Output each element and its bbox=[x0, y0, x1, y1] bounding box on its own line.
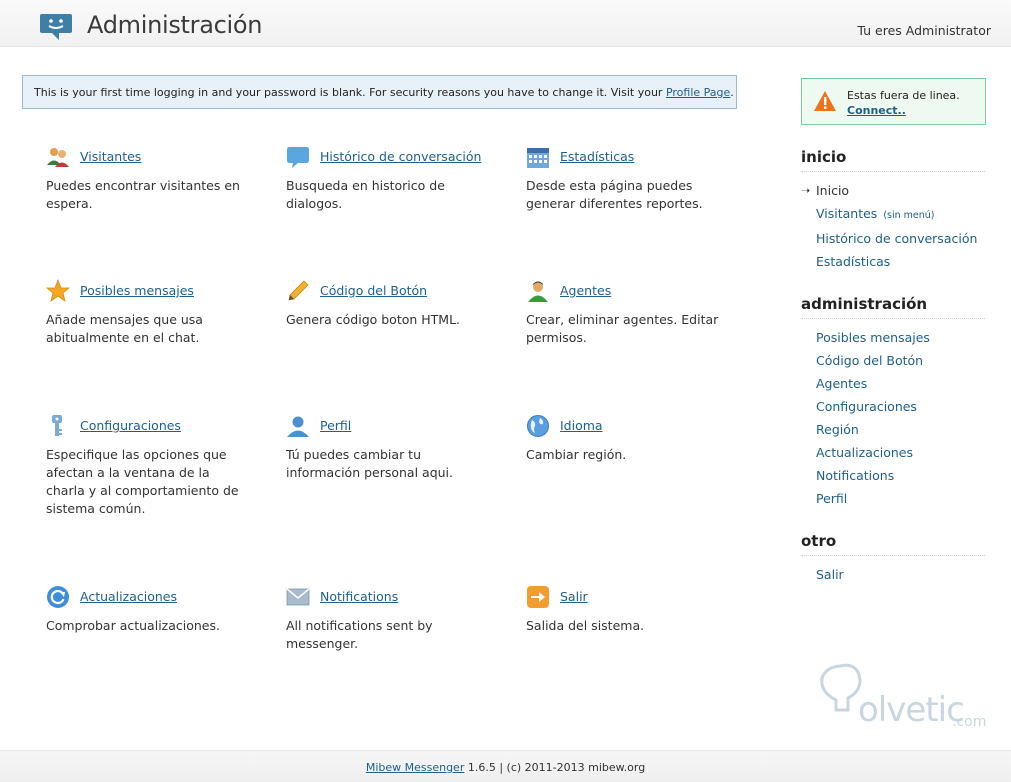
sidebar-item-codigo-boton[interactable]: Código del Botón bbox=[816, 353, 923, 368]
watermark-text: olvetic bbox=[858, 690, 965, 730]
card-description: Salida del sistema. bbox=[526, 618, 645, 633]
user-status: Tu eres Administrator bbox=[857, 23, 991, 38]
refresh-icon bbox=[47, 586, 69, 608]
card-description: Desde esta página puedes generar diferen… bbox=[526, 178, 703, 211]
password-notice: This is your first time logging in and y… bbox=[22, 75, 737, 109]
offline-text: Estas fuera de linea. bbox=[847, 89, 960, 102]
current-arrow-icon: ➝ bbox=[801, 184, 811, 197]
actualizaciones-link[interactable]: Actualizaciones bbox=[80, 589, 177, 604]
sidebar-item-notifications[interactable]: Notifications bbox=[816, 468, 894, 483]
sidebar-item-configuraciones[interactable]: Configuraciones bbox=[816, 399, 917, 414]
profile-page-link[interactable]: Profile Page bbox=[666, 86, 730, 99]
sidebar-item-estadisticas[interactable]: Estadísticas bbox=[816, 254, 890, 269]
envelope-icon bbox=[286, 588, 310, 606]
sin-menu-link[interactable]: (sin menú) bbox=[883, 210, 934, 221]
card-description: Comprobar actualizaciones. bbox=[46, 618, 220, 633]
sidebar-item-perfil[interactable]: Perfil bbox=[816, 491, 847, 506]
sidebar-item-region[interactable]: Región bbox=[816, 422, 859, 437]
agent-icon bbox=[528, 281, 548, 302]
sidebar-visitantes-link[interactable]: Visitantes bbox=[816, 206, 877, 221]
star-icon bbox=[46, 279, 70, 302]
visitantes-link[interactable]: Visitantes bbox=[80, 149, 141, 164]
settings-key-icon bbox=[52, 415, 62, 436]
connect-link[interactable]: Connect.. bbox=[847, 104, 906, 117]
calendar-icon bbox=[527, 148, 549, 168]
sidebar-item-posibles-mensajes[interactable]: Posibles mensajes bbox=[816, 330, 930, 345]
card-description: All notifications sent by messenger. bbox=[286, 618, 433, 651]
card-description: Genera código boton HTML. bbox=[286, 312, 461, 327]
footer-text: 1.6.5 | (c) 2011-2013 mibew.org bbox=[464, 761, 646, 774]
watermark-suffix: .com bbox=[952, 714, 987, 730]
sidebar-item-actualizaciones[interactable]: Actualizaciones bbox=[816, 445, 913, 460]
perfil-link[interactable]: Perfil bbox=[320, 418, 351, 433]
sidebar-heading-administracion: administración bbox=[801, 295, 985, 319]
sidebar-item-visitantes[interactable]: Visitantes (sin menú) bbox=[816, 206, 935, 221]
user-icon bbox=[287, 416, 309, 437]
notice-text: This is your first time logging in and y… bbox=[34, 86, 666, 99]
sidebar-heading-otro: otro bbox=[801, 532, 985, 556]
card-description: Crear, eliminar agentes. Editar permisos… bbox=[526, 312, 719, 345]
notice-end: . bbox=[730, 86, 734, 99]
posibles-mensajes-link[interactable]: Posibles mensajes bbox=[80, 283, 194, 298]
header-bar: Administración Tu eres Administrator bbox=[0, 0, 1011, 47]
sidebar-item-agentes[interactable]: Agentes bbox=[816, 376, 867, 391]
card-description: Cambiar región. bbox=[526, 447, 627, 462]
chat-logo-icon bbox=[40, 14, 72, 40]
historico-link[interactable]: Histórico de conversación bbox=[320, 149, 481, 164]
codigo-boton-link[interactable]: Código del Botón bbox=[320, 283, 427, 298]
card-description: Especifique las opciones que afectan a l… bbox=[46, 447, 239, 516]
configuraciones-link[interactable]: Configuraciones bbox=[80, 418, 181, 433]
sidebar-item-historico[interactable]: Histórico de conversación bbox=[816, 231, 977, 246]
exit-arrow-icon bbox=[527, 586, 549, 608]
offline-status-box: Estas fuera de linea. Connect.. bbox=[801, 78, 986, 125]
chat-bubble-icon bbox=[287, 147, 309, 168]
warning-icon bbox=[814, 91, 836, 111]
card-description: Añade mensajes que usa abitualmente en e… bbox=[46, 312, 203, 345]
pencil-icon bbox=[288, 280, 309, 301]
card-description: Busqueda en historico de dialogos. bbox=[286, 178, 445, 211]
notifications-link[interactable]: Notifications bbox=[320, 589, 398, 604]
estadisticas-link[interactable]: Estadísticas bbox=[560, 149, 634, 164]
salir-link[interactable]: Salir bbox=[560, 589, 588, 604]
sidebar-heading-inicio: inicio bbox=[801, 148, 985, 172]
agentes-link[interactable]: Agentes bbox=[560, 283, 611, 298]
page-title: Administración bbox=[87, 11, 263, 39]
card-description: Puedes encontrar visitantes en espera. bbox=[46, 178, 240, 211]
card-description: Tú puedes cambiar tu información persona… bbox=[286, 447, 454, 480]
footer: Mibew Messenger 1.6.5 | (c) 2011-2013 mi… bbox=[0, 750, 1011, 782]
visitors-icon bbox=[47, 148, 69, 167]
sidebar-item-inicio[interactable]: Inicio bbox=[816, 183, 849, 198]
idioma-link[interactable]: Idioma bbox=[560, 418, 603, 433]
mibew-messenger-link[interactable]: Mibew Messenger bbox=[366, 761, 465, 774]
sidebar-item-salir[interactable]: Salir bbox=[816, 567, 844, 582]
globe-icon bbox=[527, 415, 549, 437]
